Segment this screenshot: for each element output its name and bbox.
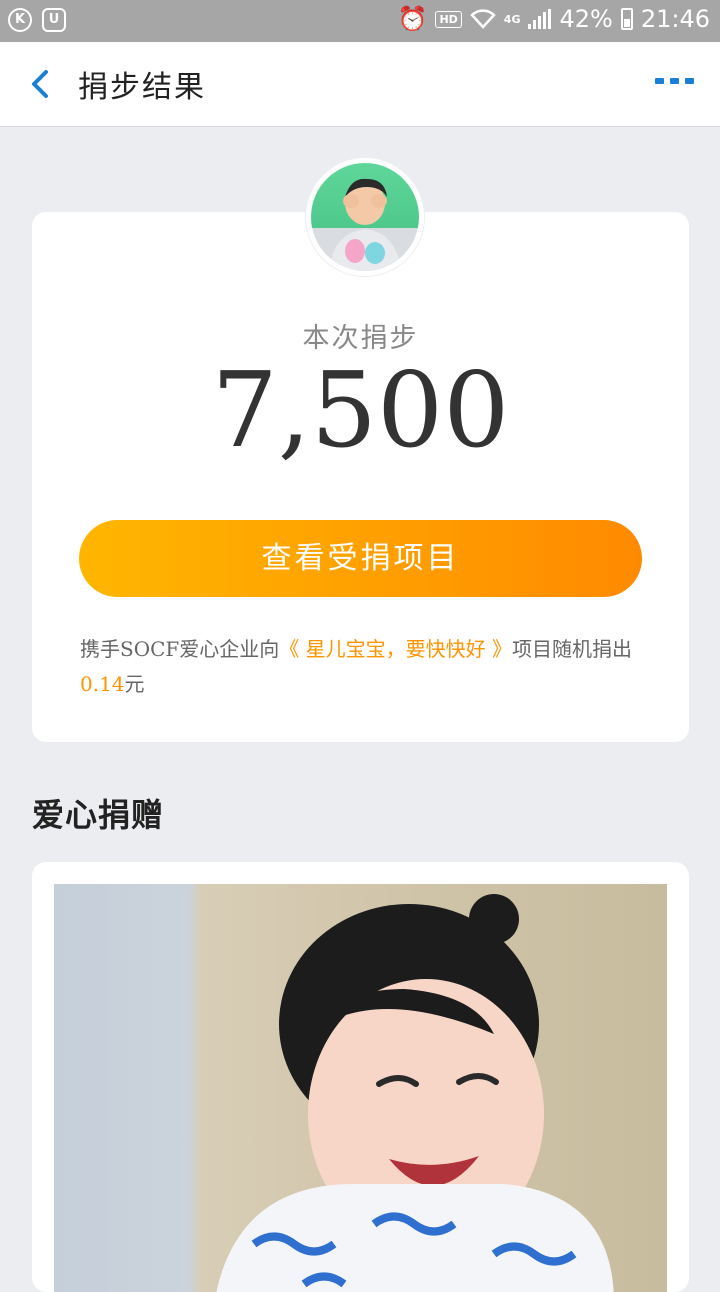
battery-icon [620,8,633,30]
avatar-photo [329,178,401,271]
section-title: 爱心捐赠 [32,796,165,834]
donation-card[interactable] [32,862,689,1292]
view-project-button[interactable]: 查看受捐项目 [79,520,642,597]
donation-description: 携手SOCF爱心企业向《 星儿宝宝，要快快好 》项目随机捐出 0.14元 [80,632,650,702]
back-arrow-icon[interactable] [22,64,62,104]
page-title: 捐步结果 [78,70,206,105]
more-menu-icon[interactable] [655,78,694,84]
desc-mid: 项目随机捐出 [512,637,632,661]
alarm-icon: ⏰ [397,5,428,33]
step-count: 7,500 [211,349,510,471]
notification-app-icon: U [42,8,66,32]
hd-badge: HD [435,10,462,28]
wifi-icon [470,9,496,29]
clock: 21:46 [640,5,710,33]
project-link[interactable]: 《 星儿宝宝，要快快好 》 [279,637,512,661]
network-type-label: 4G [503,12,521,26]
result-card: 本次捐步 7,500 查看受捐项目 携手SOCF爱心企业向《 星儿宝宝，要快快好… [32,212,689,742]
user-avatar [306,158,424,276]
nav-bar: 捐步结果 [0,42,720,127]
amount-unit: 元 [124,672,145,696]
k-app-icon: K [8,8,32,32]
status-bar: K U ⏰ HD 4G 42% 21:46 [0,0,720,42]
donation-photo [54,884,667,1292]
signal-icon [528,9,552,29]
desc-prefix: 携手SOCF爱心企业向 [80,637,280,661]
battery-percent: 42% [559,5,613,33]
donation-amount: 0.14 [80,672,125,696]
